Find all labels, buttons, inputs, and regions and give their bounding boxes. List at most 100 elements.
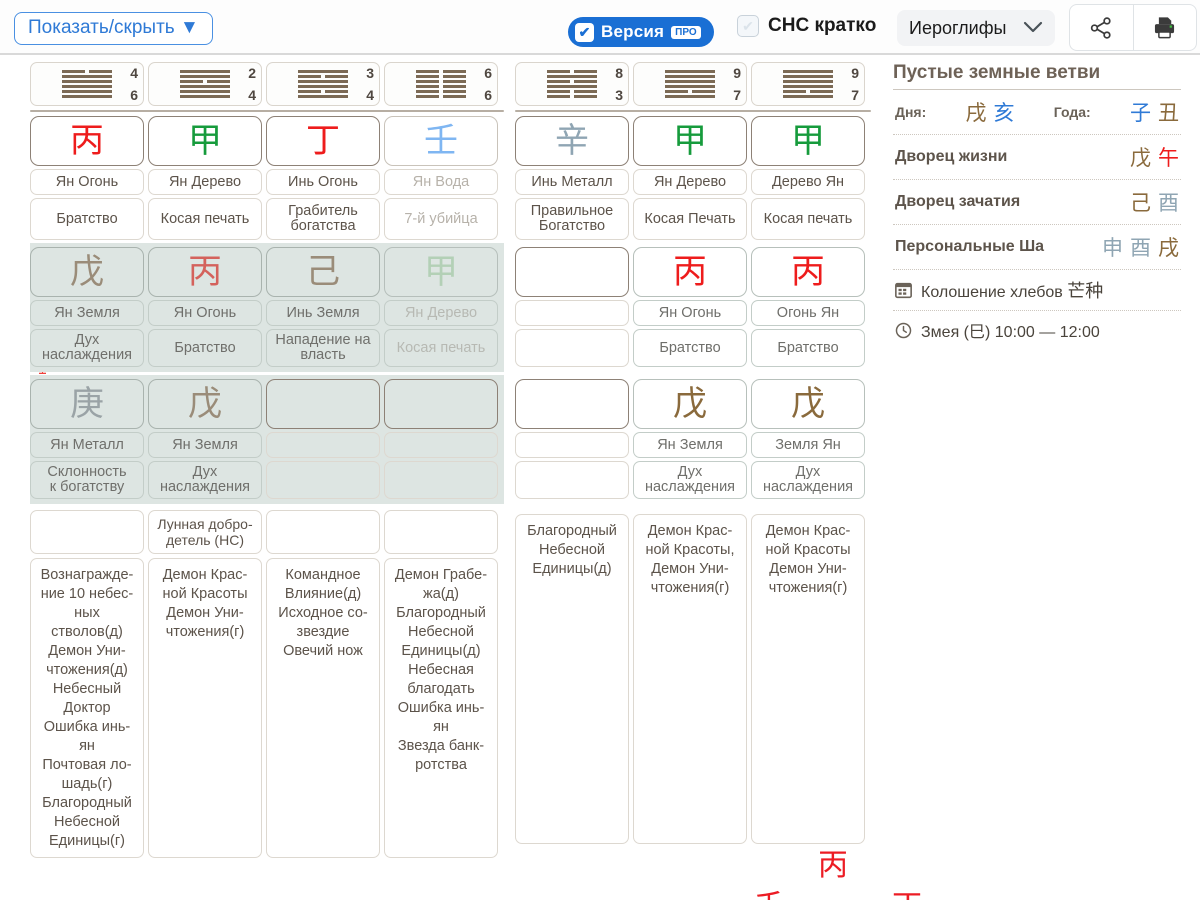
- element-cell-0: Инь Металл: [515, 169, 629, 195]
- qi-god-0-1: Братство: [148, 329, 262, 367]
- qi-stem-row: 戊丙己甲: [30, 247, 504, 297]
- qi-stem-empty-1-3: [384, 379, 498, 429]
- ten-god-cell-2: Косая печать: [751, 198, 865, 240]
- stem-cell-2[interactable]: 甲: [751, 116, 865, 166]
- hexagram-cell-1[interactable]: 97: [633, 62, 747, 106]
- conception-char-0: 己: [1130, 191, 1151, 215]
- qi-stem-row: 庚戊: [30, 379, 504, 429]
- stem-cell-3[interactable]: 壬: [384, 116, 498, 166]
- ten-god-cell-1: Косая печать: [148, 198, 262, 240]
- qi-god-1-2: Дух наслаждения: [751, 461, 865, 499]
- hexagram-cell-2[interactable]: 97: [751, 62, 865, 106]
- qi-stem-0-2[interactable]: 己: [266, 247, 380, 297]
- qi-stem-1-2[interactable]: 戊: [751, 379, 865, 429]
- qi-element-0-2: Инь Земля: [266, 300, 380, 326]
- hidden-qi-block-0: 丙丙 Ян Огонь Огонь Ян Братство Братство: [515, 243, 871, 372]
- hexagram-cell-1[interactable]: 24: [148, 62, 262, 106]
- qi-god-0-2: Братство: [751, 329, 865, 367]
- day-branch-1: 亥: [993, 101, 1015, 125]
- qi-god-1-1: Дух наслаждения: [148, 461, 262, 499]
- element-cell-0: Ян Огонь: [30, 169, 144, 195]
- pro-version-toggle[interactable]: ✔ Версия ПРО: [568, 17, 714, 47]
- qi-stem-1-0[interactable]: 庚: [30, 379, 144, 429]
- hexagram-bottom-number-2: 4: [366, 87, 374, 103]
- qi-stem-empty-0-0: [515, 247, 629, 297]
- qi-stem-0-0[interactable]: 戊: [30, 247, 144, 297]
- hexagram-top-number-1: 2: [248, 65, 256, 81]
- qi-element-1-1: Ян Земля: [633, 432, 747, 458]
- note-top-cell-1: Лунная добро- детель (НС): [148, 510, 262, 554]
- hour-text: Змея (巳) 10:00 — 12:00: [921, 324, 1100, 341]
- hexagram-bottom-number-3: 6: [484, 87, 492, 103]
- sidebar-title: Пустые земные ветви: [893, 62, 1101, 83]
- display-mode-value: Иероглифы: [909, 17, 1007, 38]
- qi-god-empty-1-3: [384, 461, 498, 499]
- qi-element-empty-1-2: [266, 432, 380, 458]
- annotation-cell-0: Благородный Небесной Единицы(д): [515, 514, 629, 844]
- stem-cell-0[interactable]: 辛: [515, 116, 629, 166]
- divider: [515, 110, 871, 112]
- ten-god-cell-3: 7-й убийца: [384, 198, 498, 240]
- share-button[interactable]: [1070, 5, 1133, 50]
- qi-god-0-2: Нападение на власть: [266, 329, 380, 367]
- hexagram-top-number-2: 3: [366, 65, 374, 81]
- note-top-cell-2: [266, 510, 380, 554]
- life-palace-char-1: 午: [1158, 146, 1179, 170]
- print-button[interactable]: [1132, 5, 1197, 50]
- hexagram-bottom-number-1: 4: [248, 87, 256, 103]
- hidden-qi-block-0: 戊丙己甲 Ян Земля Ян Огонь Инь Земля Ян Дерево Ду…: [30, 243, 504, 372]
- qi-stem-1-1[interactable]: 戊: [633, 379, 747, 429]
- note-top-row: Лунная добро- детель (НС): [30, 510, 504, 554]
- stem-cell-0[interactable]: 丙: [30, 116, 144, 166]
- ten-god-row: Братство Косая печать Грабитель богатства 7…: [30, 198, 504, 240]
- qi-god-empty-0-0: [515, 329, 629, 367]
- stem-cell-1[interactable]: 甲: [633, 116, 747, 166]
- hexagram-cell-2[interactable]: 34: [266, 62, 380, 106]
- element-cell-2: Инь Огонь: [266, 169, 380, 195]
- toolbar: Показать/скрыть ▼ ✔ Версия ПРО ✔ СНС кра…: [0, 0, 1200, 55]
- bottom-char-right: 丁: [892, 881, 922, 900]
- qi-stem-0-1[interactable]: 丙: [633, 247, 747, 297]
- solar-term-text: Колошение хлебов 芒种: [921, 281, 1104, 302]
- stem-cell-2[interactable]: 丁: [266, 116, 380, 166]
- qi-god-row: Склонность к богатству Дух наслаждения: [30, 461, 504, 499]
- qi-element-0-1: Ян Огонь: [633, 300, 747, 326]
- annotation-cell-0: Вознагражде- ние 10 небес- ных стволов(д…: [30, 558, 144, 858]
- qi-stem-0-1[interactable]: 丙: [148, 247, 262, 297]
- hexagram-top-number-0: 8: [615, 65, 623, 81]
- element-cell-3: Ян Вода: [384, 169, 498, 195]
- qi-element-empty-1-0: [515, 432, 629, 458]
- hexagram-cell-3[interactable]: 66: [384, 62, 498, 106]
- hexagram-cell-0[interactable]: 46: [30, 62, 144, 106]
- qi-god-0-3: Косая печать: [384, 329, 498, 367]
- hexagram-lines: [665, 69, 715, 99]
- qi-god-row: Дух наслаждения Дух наслаждения: [515, 461, 871, 499]
- hexagram-cell-0[interactable]: 83: [515, 62, 629, 106]
- sha-char-0: 申: [1102, 236, 1123, 260]
- hexagram-bottom-number-2: 7: [851, 87, 859, 103]
- display-mode-select[interactable]: Иероглифы: [897, 10, 1055, 46]
- hexagram-lines: [180, 69, 230, 99]
- hexagram-bottom-number-0: 3: [615, 87, 623, 103]
- bottom-decoration: 丙 壬 丁: [0, 835, 1200, 900]
- qi-stem-0-3[interactable]: 甲: [384, 247, 498, 297]
- personal-sha-values: 申酉戌: [1102, 232, 1179, 262]
- day-values: 戌亥: [966, 97, 1015, 127]
- qi-element-row: Ян Земля Ян Огонь Инь Земля Ян Дерево: [30, 300, 504, 326]
- qi-stem-empty-1-0: [515, 379, 629, 429]
- qi-stem-0-2[interactable]: 丙: [751, 247, 865, 297]
- qi-god-1-0: Склонность к богатству: [30, 461, 144, 499]
- annotation-cell-3: Демон Грабе- жа(д) Благородный Небесной …: [384, 558, 498, 858]
- qi-stem-1-1[interactable]: 戊: [148, 379, 262, 429]
- show-hide-button[interactable]: Показать/скрыть ▼: [14, 12, 213, 45]
- check-icon: ✔: [575, 22, 594, 42]
- clock-icon: [895, 322, 912, 339]
- sns-brief-checkbox[interactable]: ✔ СНС кратко: [737, 15, 876, 37]
- qi-god-empty-1-0: [515, 461, 629, 499]
- hexagram-lines: [783, 69, 833, 99]
- heavenly-stem-row: 辛甲甲: [515, 116, 871, 166]
- stem-cell-1[interactable]: 甲: [148, 116, 262, 166]
- bottom-char-left: 壬: [754, 881, 784, 900]
- note-top-cell-0: [30, 510, 144, 554]
